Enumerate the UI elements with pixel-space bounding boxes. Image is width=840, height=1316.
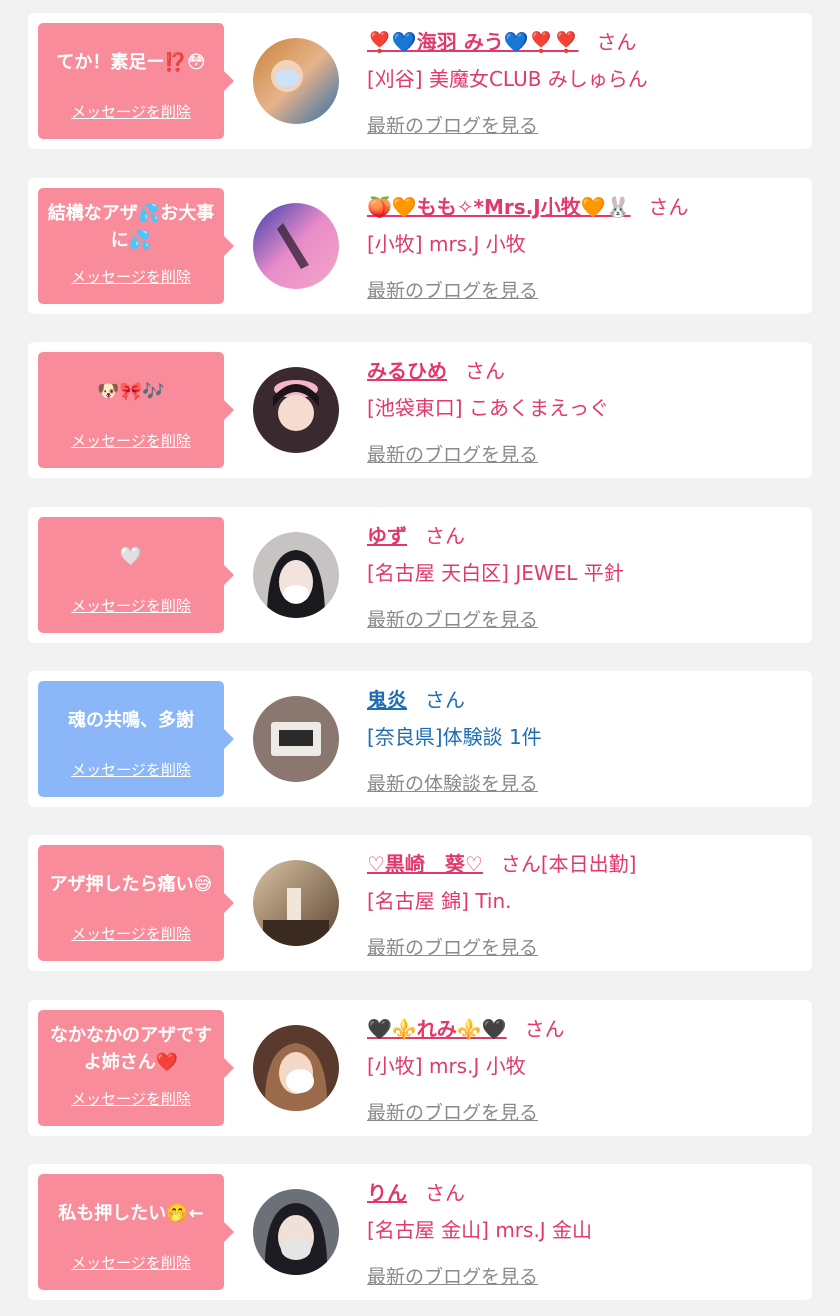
message-card: アザ押したら痛い😅 メッセージを削除 ♡黒崎 葵♡ さん[本日出勤] [名古屋 錦… [28,835,812,971]
message-list: てか！素足ー⁉️😳 メッセージを削除 ❣️💙海羽 みう💙❣️❣️ さん [刈谷] … [0,0,840,1316]
sender-name-link[interactable]: ❣️💙海羽 みう💙❣️❣️ [367,30,578,54]
honorific: さん [425,1181,465,1205]
message-bubble: てか！素足ー⁉️😳 メッセージを削除 [38,23,234,139]
message-card: 魂の共鳴、多謝 メッセージを削除 鬼炎 さん [奈良県]体験談 1件 最新の体験談… [28,671,812,807]
message-text: アザ押したら痛い😅 [49,873,213,895]
message-text: なかなかのアザですよ姉さん❤️ [50,1025,212,1073]
message-card: 🐶🎀🎶 メッセージを削除 みるひめ さん [池袋東口] こあくまえっぐ 最新のブロ… [28,342,812,478]
latest-blog-link[interactable]: 最新のブログを見る [367,1098,538,1125]
shop-label: [名古屋 天白区] JEWEL 平針 [367,561,624,585]
sender-name-line: ❣️💙海羽 みう💙❣️❣️ さん [367,26,636,55]
honorific: さん [524,1017,565,1041]
message-card: なかなかのアザですよ姉さん❤️ メッセージを削除 🖤⚜️れみ⚜️🖤 さん [小牧]… [28,1000,812,1136]
sender-name-link[interactable]: ♡黒崎 葵♡ [367,852,483,876]
honorific: さん [596,30,637,54]
shop-label: [小牧] mrs.J 小牧 [367,1054,526,1078]
message-bubble: 結構なアザ💦お大事に💦 メッセージを削除 [38,188,234,304]
delete-message-link[interactable]: メッセージを削除 [38,759,224,780]
shop-label: [奈良県]体験談 1件 [367,725,542,749]
message-bubble: 私も押したい🤭← メッセージを削除 [38,1174,234,1290]
sender-name-link[interactable]: 鬼炎 [367,688,407,712]
message-bubble: 🤍 メッセージを削除 [38,517,234,633]
honorific: さん [425,688,465,712]
latest-blog-link[interactable]: 最新のブログを見る [367,276,538,303]
avatar[interactable] [253,38,339,124]
latest-review-link[interactable]: 最新の体験談を見る [367,769,538,796]
avatar[interactable] [253,367,339,453]
delete-message-link[interactable]: メッセージを削除 [38,1252,224,1273]
sender-name-line: 鬼炎 さん [367,684,465,713]
delete-message-link[interactable]: メッセージを削除 [38,1088,224,1109]
honorific: さん [465,359,505,383]
avatar[interactable] [253,532,339,618]
latest-blog-link[interactable]: 最新のブログを見る [367,933,538,960]
shop-label: [名古屋 金山] mrs.J 金山 [367,1218,593,1242]
message-bubble: 🐶🎀🎶 メッセージを削除 [38,352,234,468]
sender-name-line: 🖤⚜️れみ⚜️🖤 さん [367,1013,565,1042]
message-card: てか！素足ー⁉️😳 メッセージを削除 ❣️💙海羽 みう💙❣️❣️ さん [刈谷] … [28,13,812,149]
sender-name-link[interactable]: りん [367,1181,407,1205]
latest-blog-link[interactable]: 最新のブログを見る [367,111,538,138]
sender-name-line: みるひめ さん [367,355,505,384]
message-bubble: なかなかのアザですよ姉さん❤️ メッセージを削除 [38,1010,234,1126]
sender-name-link[interactable]: 🖤⚜️れみ⚜️🖤 [367,1017,507,1041]
message-text: 私も押したい🤭← [58,1202,204,1224]
sender-name-link[interactable]: 🍑🧡もも✧*Mrs.J小牧🧡🐰 [367,195,631,219]
delete-message-link[interactable]: メッセージを削除 [38,430,224,451]
message-text: 🐶🎀🎶 [97,380,165,402]
sender-name-line: りん さん [367,1177,465,1206]
avatar[interactable] [253,1189,339,1275]
sender-name-link[interactable]: ゆず [367,524,407,548]
shop-label: [池袋東口] こあくまえっぐ [367,396,609,420]
latest-blog-link[interactable]: 最新のブログを見る [367,1262,538,1289]
delete-message-link[interactable]: メッセージを削除 [38,101,224,122]
message-card: 結構なアザ💦お大事に💦 メッセージを削除 🍑🧡もも✧*Mrs.J小牧🧡🐰 さん [… [28,178,812,314]
message-card: 私も押したい🤭← メッセージを削除 りん さん [名古屋 金山] mrs.J 金山… [28,1164,812,1300]
latest-blog-link[interactable]: 最新のブログを見る [367,440,538,467]
shop-label: [刈谷] 美魔女CLUB みしゅらん [367,67,648,91]
message-text: 🤍 [119,545,143,567]
honorific: さん [425,524,465,548]
message-text: 魂の共鳴、多謝 [68,709,194,731]
avatar[interactable] [253,860,339,946]
avatar[interactable] [253,1025,339,1111]
sender-name-line: ♡黒崎 葵♡ さん[本日出勤] [367,848,636,877]
message-bubble: 魂の共鳴、多謝 メッセージを削除 [38,681,234,797]
delete-message-link[interactable]: メッセージを削除 [38,595,224,616]
avatar[interactable] [253,696,339,782]
avatar[interactable] [253,203,339,289]
sender-name-line: 🍑🧡もも✧*Mrs.J小牧🧡🐰 さん [367,191,689,220]
delete-message-link[interactable]: メッセージを削除 [38,266,224,287]
message-card: 🤍 メッセージを削除 ゆず さん [名古屋 天白区] JEWEL 平針 最新のブロ… [28,507,812,643]
honorific: さん [648,195,689,219]
message-bubble: アザ押したら痛い😅 メッセージを削除 [38,845,234,961]
message-text: てか！素足ー⁉️😳 [56,51,206,73]
shop-label: [小牧] mrs.J 小牧 [367,232,526,256]
message-text: 結構なアザ💦お大事に💦 [47,203,215,251]
shop-label: [名古屋 錦] Tin. [367,889,512,913]
delete-message-link[interactable]: メッセージを削除 [38,923,224,944]
honorific: さん[本日出勤] [500,852,637,876]
sender-name-link[interactable]: みるひめ [367,359,447,383]
latest-blog-link[interactable]: 最新のブログを見る [367,605,538,632]
sender-name-line: ゆず さん [367,520,465,549]
